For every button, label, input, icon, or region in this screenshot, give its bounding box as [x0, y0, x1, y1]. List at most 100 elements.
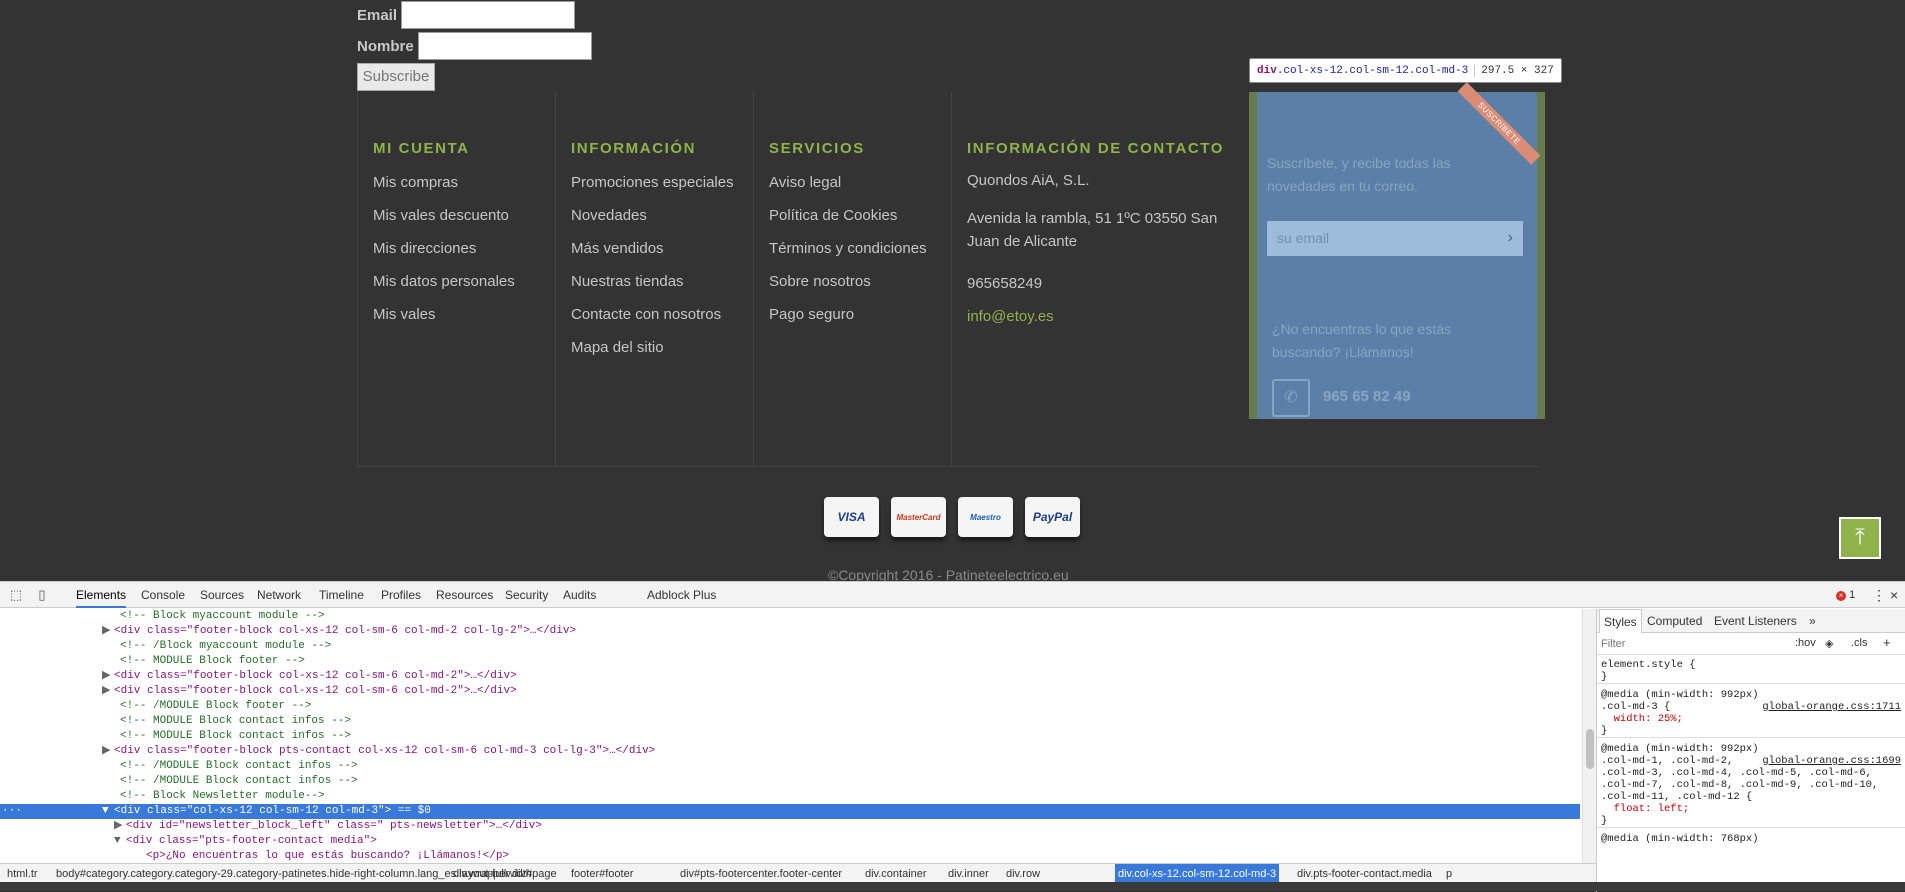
tab-timeline[interactable]: Timeline [319, 582, 364, 608]
css-rule-line[interactable]: @media (min-width: 992px) [1601, 689, 1901, 701]
breadcrumb-item[interactable]: div#pts-footercenter.footer-center [677, 864, 845, 883]
expand-triangle-icon[interactable]: ▶ [114, 819, 122, 834]
breadcrumb-item[interactable]: div.col-xs-12.col-sm-12.col-md-3 [1115, 864, 1280, 883]
expand-triangle-icon[interactable]: ▼ [102, 804, 109, 819]
dom-node[interactable]: ▶ <div id="newsletter_block_left" class="… [0, 819, 1580, 834]
css-rule-line[interactable]: element.style { [1601, 659, 1901, 671]
scroll-thumb[interactable] [1586, 729, 1594, 769]
name-input[interactable] [417, 32, 592, 60]
dom-comment[interactable]: <!-- MODULE Block footer --> [0, 654, 1580, 669]
error-counter[interactable]: × 1 [1836, 582, 1855, 608]
styles-filter-input[interactable] [1601, 636, 1791, 652]
color-format-icon[interactable]: ◈ [1825, 637, 1833, 650]
services-link[interactable]: Aviso legal [769, 174, 927, 207]
breadcrumb-item[interactable]: div.wrapper [450, 864, 512, 883]
css-rule-line[interactable]: } [1601, 815, 1901, 827]
services-link[interactable]: Sobre nosotros [769, 273, 927, 306]
dom-node-selected[interactable]: ··· ▼ <div class="col-xs-12 col-sm-12 col-… [0, 804, 1580, 819]
newsletter-email-input[interactable]: su email › [1267, 221, 1523, 256]
dom-comment[interactable]: <!-- /MODULE Block contact infos --> [0, 759, 1580, 774]
breadcrumb-item[interactable]: div#page [509, 864, 560, 883]
tab-audits[interactable]: Audits [563, 582, 596, 608]
breadcrumb-item[interactable]: html.tr [4, 864, 41, 883]
css-rule-line[interactable]: .col-md-3 {global-orange.css:1711 [1601, 701, 1901, 713]
tab-network[interactable]: Network [257, 582, 301, 608]
dom-comment[interactable]: <!-- Block myaccount module --> [0, 609, 1580, 624]
highlighted-newsletter-block[interactable]: SUSCRÍBETE Suscríbete, y recibe todas la… [1249, 82, 1545, 419]
breadcrumb-item[interactable]: p [1443, 864, 1455, 883]
css-rule-line[interactable]: .col-md-7, .col-md-8, .col-md-9, .col-md… [1601, 779, 1901, 791]
tab-sources[interactable]: Sources [200, 582, 244, 608]
breadcrumb-item[interactable]: div.pts-footer-contact.media [1294, 864, 1435, 883]
css-source-link[interactable]: global-orange.css:1699 [1762, 755, 1901, 767]
expand-triangle-icon[interactable]: ▶ [102, 744, 110, 759]
more-icon[interactable]: ··· [2, 804, 22, 819]
breadcrumb-item[interactable]: footer#footer [568, 864, 636, 883]
dom-node[interactable]: ▶ <div class="footer-block pts-contact co… [0, 744, 1580, 759]
hov-toggle[interactable]: :hov [1795, 637, 1816, 649]
more-menu-icon[interactable]: ⋮ [1872, 582, 1886, 608]
breadcrumb-item[interactable]: div.row [1003, 864, 1043, 883]
breadcrumb-item[interactable]: div.container [862, 864, 930, 883]
subscribe-button[interactable]: Subscribe [357, 63, 435, 91]
dom-node[interactable]: ▶ <div class="footer-block col-xs-12 col-… [0, 669, 1580, 684]
info-link[interactable]: Mapa del sitio [571, 339, 734, 372]
css-rule-line[interactable]: } [1601, 671, 1901, 683]
tab-security[interactable]: Security [505, 582, 548, 608]
expand-triangle-icon[interactable]: ▶ [102, 624, 110, 639]
dom-comment[interactable]: <!-- MODULE Block contact infos --> [0, 729, 1580, 744]
styles-tab-event-listeners[interactable]: Event Listeners [1714, 609, 1797, 633]
add-rule-icon[interactable]: + [1883, 635, 1891, 650]
device-mode-icon[interactable]: ▯ [34, 587, 50, 603]
breadcrumb-item[interactable]: div.inner [945, 864, 992, 883]
info-link[interactable]: Contacte con nosotros [571, 306, 734, 339]
dom-comment[interactable]: <!-- /MODULE Block footer --> [0, 699, 1580, 714]
css-rule-line[interactable]: .col-md-3, .col-md-4, .col-md-5, .col-md… [1601, 767, 1901, 779]
dom-comment[interactable]: <!-- MODULE Block contact infos --> [0, 714, 1580, 729]
dom-comment[interactable]: <!-- /MODULE Block contact infos --> [0, 774, 1580, 789]
tab-elements[interactable]: Elements [76, 582, 127, 608]
elements-scrollbar[interactable] [1582, 609, 1596, 863]
elements-tree[interactable]: <!-- Block myaccount module --> ▶ <div cla… [0, 609, 1582, 863]
tab-adblock-plus[interactable]: Adblock Plus [647, 582, 716, 608]
styles-tab-computed[interactable]: Computed [1647, 609, 1702, 633]
email-input[interactable] [401, 1, 576, 29]
css-rule-line[interactable]: @media (min-width: 992px) [1601, 743, 1901, 755]
services-link[interactable]: Términos y condiciones [769, 240, 927, 273]
css-rule-line[interactable]: } [1601, 725, 1901, 737]
account-link[interactable]: Mis vales [373, 306, 515, 339]
info-link[interactable]: Novedades [571, 207, 734, 240]
scroll-top-button[interactable]: ⤒ [1839, 517, 1881, 559]
expand-triangle-icon[interactable]: ▼ [114, 834, 121, 849]
expand-triangle-icon[interactable]: ▶ [102, 669, 110, 684]
account-link[interactable]: Mis direcciones [373, 240, 515, 273]
css-rule-line[interactable]: float: left; [1601, 803, 1901, 815]
services-link[interactable]: Política de Cookies [769, 207, 927, 240]
css-rule-line[interactable]: .col-md-11, .col-md-12 { [1601, 791, 1901, 803]
tab-profiles[interactable]: Profiles [381, 582, 421, 608]
dom-node[interactable]: ▶ <div class="footer-block col-xs-12 col-… [0, 684, 1580, 699]
info-link[interactable]: Promociones especiales [571, 174, 734, 207]
more-tabs-icon[interactable]: » [1809, 609, 1816, 633]
tab-console[interactable]: Console [141, 582, 185, 608]
css-rule-line[interactable]: @media (min-width: 768px) [1601, 833, 1901, 845]
dom-node[interactable]: ▶ <div class="footer-block col-xs-12 col-… [0, 624, 1580, 639]
dom-comment[interactable]: <!-- Block Newsletter module--> [0, 789, 1580, 804]
css-rule-line[interactable]: width: 25%; [1601, 713, 1901, 725]
chevron-right-icon[interactable]: › [1508, 229, 1513, 247]
services-link[interactable]: Pago seguro [769, 306, 927, 339]
account-link[interactable]: Mis datos personales [373, 273, 515, 306]
account-link[interactable]: Mis compras [373, 174, 515, 207]
expand-triangle-icon[interactable]: ▶ [102, 684, 110, 699]
dom-comment[interactable]: <!-- /Block myaccount module --> [0, 639, 1580, 654]
info-link[interactable]: Más vendidos [571, 240, 734, 273]
css-source-link[interactable]: global-orange.css:1711 [1762, 701, 1901, 713]
styles-tab-styles[interactable]: Styles [1599, 609, 1642, 633]
css-rule-line[interactable]: .col-md-1, .col-md-2, global-orange.css:1… [1601, 755, 1901, 767]
inspect-element-icon[interactable]: ⬚ [8, 587, 24, 603]
dom-node[interactable]: <p>¿No encuentras lo que estás buscando?… [0, 849, 1580, 863]
dom-node[interactable]: ▼ <div class="pts-footer-contact media"> [0, 834, 1580, 849]
info-link[interactable]: Nuestras tiendas [571, 273, 734, 306]
tab-resources[interactable]: Resources [436, 582, 493, 608]
account-link[interactable]: Mis vales descuento [373, 207, 515, 240]
